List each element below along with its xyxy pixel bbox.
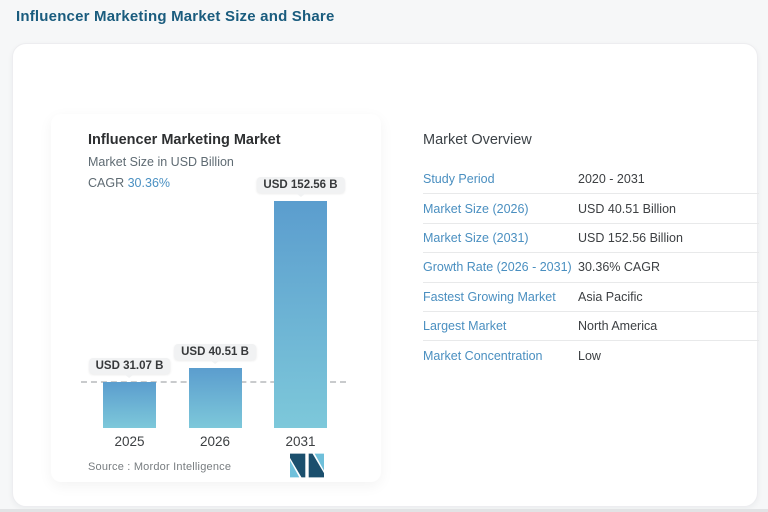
bar-2026: [188, 367, 242, 428]
overview-row-label: Growth Rate (2026 - 2031): [423, 260, 572, 275]
page-title: Influencer Marketing Market Size and Sha…: [16, 8, 335, 25]
cagr-label: CAGR: [88, 176, 125, 190]
overview-row: Fastest Growing Market Asia Pacific: [423, 283, 759, 312]
bar-2031: [274, 201, 327, 428]
overview-row: Market Size (2026) USD 40.51 Billion: [423, 194, 759, 224]
chart-panel: Influencer Marketing Market Market Size …: [51, 114, 381, 482]
overview-row-label: Fastest Growing Market: [423, 289, 556, 304]
x-tick-label: 2025: [114, 434, 145, 449]
overview-row: Largest Market North America: [423, 312, 759, 342]
market-overview-title: Market Overview: [423, 132, 532, 148]
overview-row: Growth Rate (2026 - 2031) 30.36% CAGR: [423, 253, 759, 283]
bar-value-badge: USD 152.56 B: [256, 177, 345, 193]
overview-row-label: Market Size (2031): [423, 230, 529, 245]
overview-row-value: Asia Pacific: [578, 289, 643, 304]
overview-row-value: USD 152.56 Billion: [578, 230, 683, 245]
x-tick-label: 2031: [285, 434, 316, 449]
bar-2025: [103, 381, 156, 428]
overview-row-label: Largest Market: [423, 319, 507, 334]
overview-row: Market Concentration Low: [423, 341, 759, 369]
chart-subtitle: Market Size in USD Billion: [88, 155, 234, 169]
overview-row-value: 30.36% CAGR: [578, 260, 660, 275]
chart-title: Influencer Marketing Market: [88, 132, 281, 148]
main-card: Influencer Marketing Market Market Size …: [12, 43, 759, 507]
bar-value-badge: USD 40.51 B: [174, 343, 256, 360]
overview-row-label: Study Period: [423, 172, 495, 187]
market-overview-table: Study Period 2020 - 2031 Market Size (2026…: [423, 165, 759, 370]
overview-row-value: USD 40.51 Billion: [578, 201, 676, 216]
overview-row: Market Size (2031) USD 152.56 Billion: [423, 224, 759, 254]
overview-row: Study Period 2020 - 2031: [423, 165, 759, 195]
cagr-value: 30.36%: [127, 176, 171, 190]
overview-row-value: North America: [578, 319, 658, 334]
bar-value-badge: USD 31.07 B: [88, 357, 171, 374]
page: Influencer Marketing Market Size and Sha…: [0, 0, 768, 512]
x-tick-label: 2026: [199, 434, 231, 449]
overview-row-label: Market Concentration: [423, 348, 543, 363]
mordor-intelligence-logo: [290, 453, 324, 478]
source-attribution: Source : Mordor Intelligence: [88, 461, 232, 473]
overview-row-value: Low: [578, 348, 601, 363]
cagr-line: CAGR 30.36%: [88, 176, 170, 190]
market-overview-panel: Market Overview Study Period 2020 - 2031 M…: [423, 132, 759, 370]
overview-row-label: Market Size (2026): [423, 201, 529, 216]
overview-row-value: 2020 - 2031: [578, 172, 645, 187]
